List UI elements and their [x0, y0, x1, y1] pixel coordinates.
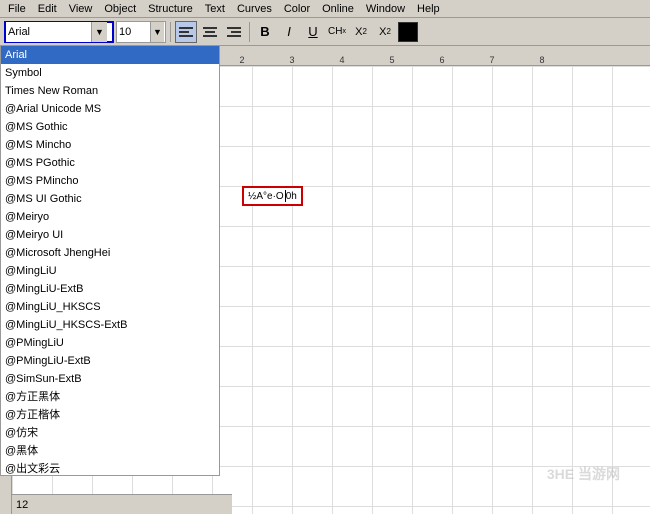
- font-list-item[interactable]: Arial: [1, 46, 219, 64]
- font-list-item[interactable]: @Meiryo: [1, 208, 219, 226]
- color-picker[interactable]: [398, 22, 418, 42]
- align-left-icon: [179, 26, 193, 38]
- menu-text[interactable]: Text: [199, 0, 231, 18]
- watermark: 3HE 当游网: [547, 464, 620, 484]
- font-list-item[interactable]: @仿宋: [1, 424, 219, 442]
- menu-help[interactable]: Help: [411, 0, 446, 18]
- font-list-item[interactable]: @PMingLiU: [1, 334, 219, 352]
- align-center-button[interactable]: [199, 21, 221, 43]
- menu-window[interactable]: Window: [360, 0, 411, 18]
- canvas-text-content: ½A°e·O: [248, 191, 284, 202]
- subscript-button[interactable]: X2: [350, 21, 372, 43]
- font-list-item[interactable]: @MS PMincho: [1, 172, 219, 190]
- font-list-item[interactable]: @MS PGothic: [1, 154, 219, 172]
- toolbar-sep-2: [249, 22, 250, 42]
- status-value: 12: [16, 499, 28, 511]
- font-list-item[interactable]: @MS UI Gothic: [1, 190, 219, 208]
- menu-view[interactable]: View: [63, 0, 99, 18]
- toolbar-sep-1: [170, 22, 171, 42]
- font-list-item[interactable]: @黑体: [1, 442, 219, 460]
- font-list-item[interactable]: @Meiryo UI: [1, 226, 219, 244]
- font-list-item[interactable]: Symbol: [1, 64, 219, 82]
- font-list-item[interactable]: @MS Gothic: [1, 118, 219, 136]
- menu-online[interactable]: Online: [316, 0, 360, 18]
- font-list-item[interactable]: @PMingLiU-ExtB: [1, 352, 219, 370]
- align-center-icon: [203, 26, 217, 38]
- font-list-item[interactable]: @MingLiU-ExtB: [1, 280, 219, 298]
- menubar: File Edit View Object Structure Text Cur…: [0, 0, 650, 18]
- menu-edit[interactable]: Edit: [32, 0, 63, 18]
- font-name-input[interactable]: [6, 22, 91, 42]
- font-list-item[interactable]: @Microsoft JhengHei: [1, 244, 219, 262]
- align-right-button[interactable]: [223, 21, 245, 43]
- align-left-button[interactable]: [175, 21, 197, 43]
- ruler-tick-label: 2: [239, 55, 244, 65]
- font-name-select[interactable]: ▼: [4, 21, 114, 43]
- font-list[interactable]: ArialSymbolTimes New Roman@Arial Unicode…: [0, 46, 220, 476]
- superscript-button[interactable]: X2: [374, 21, 396, 43]
- ruler-tick-label: 5: [389, 55, 394, 65]
- font-list-item[interactable]: @MingLiU: [1, 262, 219, 280]
- bold-button[interactable]: B: [254, 21, 276, 43]
- align-right-icon: [227, 26, 241, 38]
- ruler-tick-label: 8: [539, 55, 544, 65]
- font-list-item[interactable]: @出文彩云: [1, 460, 219, 476]
- italic-button[interactable]: I: [278, 21, 300, 43]
- menu-file[interactable]: File: [2, 0, 32, 18]
- font-size-input[interactable]: [117, 22, 150, 42]
- font-list-item[interactable]: @MingLiU_HKSCS-ExtB: [1, 316, 219, 334]
- menu-structure[interactable]: Structure: [142, 0, 199, 18]
- font-list-item[interactable]: @MS Mincho: [1, 136, 219, 154]
- menu-color[interactable]: Color: [278, 0, 316, 18]
- font-list-item[interactable]: @方正黑体: [1, 388, 219, 406]
- font-size-dropdown-arrow[interactable]: ▼: [150, 22, 164, 42]
- main-area: ArialSymbolTimes New Roman@Arial Unicode…: [0, 46, 650, 514]
- ruler-tick-label: 7: [489, 55, 494, 65]
- ruler-tick-label: 3: [289, 55, 294, 65]
- font-list-item[interactable]: @SimSun-ExtB: [1, 370, 219, 388]
- ruler-tick-label: 6: [439, 55, 444, 65]
- canvas-textbox[interactable]: ½A°e·O0h: [242, 186, 303, 206]
- menu-curves[interactable]: Curves: [231, 0, 278, 18]
- font-name-dropdown-arrow[interactable]: ▼: [91, 22, 107, 42]
- ch-button[interactable]: CHx: [326, 21, 348, 43]
- status-bar-left: 12: [12, 494, 232, 514]
- font-list-item[interactable]: @方正楷体: [1, 406, 219, 424]
- canvas-text-suffix: 0h: [286, 191, 297, 202]
- font-list-item[interactable]: @Arial Unicode MS: [1, 100, 219, 118]
- font-size-select[interactable]: ▼: [116, 21, 166, 43]
- font-list-item[interactable]: Times New Roman: [1, 82, 219, 100]
- toolbar: ▼ ▼ B I U CHx X2 X2: [0, 18, 650, 46]
- ruler-tick-label: 4: [339, 55, 344, 65]
- menu-object[interactable]: Object: [98, 0, 142, 18]
- font-list-item[interactable]: @MingLiU_HKSCS: [1, 298, 219, 316]
- underline-button[interactable]: U: [302, 21, 324, 43]
